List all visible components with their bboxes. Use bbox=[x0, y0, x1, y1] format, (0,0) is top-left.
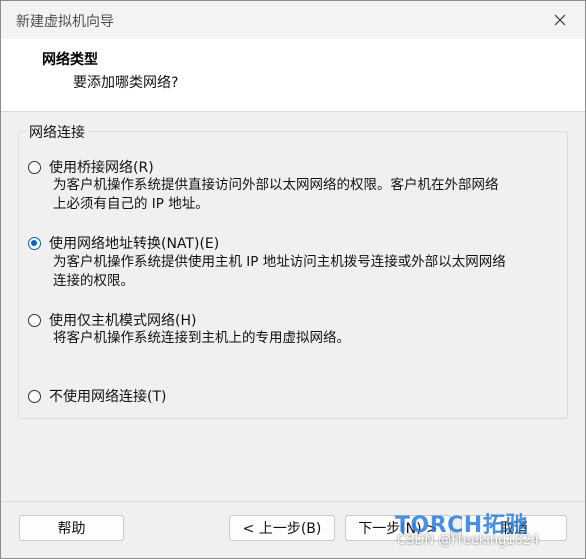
host-only-description: 将客户机操作系统连接到主机上的专用虚拟网络。 bbox=[53, 329, 558, 348]
description-line: 为客户机操作系统提供直接访问外部以太网网络的权限。客户机在外部网络 bbox=[53, 177, 499, 193]
wizard-window: 新建虚拟机向导 网络类型 要添加哪类网络? 网络连接 使用桥接网络(R) 为客户… bbox=[0, 0, 586, 559]
radio-nat[interactable]: 使用网络地址转换(NAT)(E) bbox=[28, 233, 219, 253]
next-button[interactable]: 下一步(N) > bbox=[345, 515, 451, 541]
close-icon bbox=[554, 14, 566, 26]
radio-bridged-label: 使用桥接网络(R) bbox=[49, 160, 154, 176]
close-button[interactable] bbox=[545, 5, 575, 35]
radio-button[interactable] bbox=[28, 389, 41, 403]
title-bar: 新建虚拟机向导 bbox=[1, 1, 585, 39]
page-subtitle: 要添加哪类网络? bbox=[73, 75, 179, 91]
radio-button[interactable] bbox=[28, 160, 41, 174]
nat-description: 为客户机操作系统提供使用主机 IP 地址访问主机拨号连接或外部以太网网络 连接的… bbox=[53, 253, 558, 291]
help-button[interactable]: 帮助 bbox=[19, 515, 124, 541]
back-button[interactable]: < 上一步(B) bbox=[229, 515, 335, 541]
radio-button-selected[interactable] bbox=[28, 236, 41, 250]
cancel-button[interactable]: 取消 bbox=[461, 515, 567, 541]
description-line: 为客户机操作系统提供使用主机 IP 地址访问主机拨号连接或外部以太网网络 bbox=[53, 254, 506, 270]
radio-bridged[interactable]: 使用桥接网络(R) bbox=[28, 157, 154, 177]
window-title: 新建虚拟机向导 bbox=[16, 14, 114, 30]
radio-button[interactable] bbox=[28, 313, 41, 327]
radio-host-only[interactable]: 使用仅主机模式网络(H) bbox=[28, 310, 196, 330]
footer-divider bbox=[1, 501, 585, 502]
radio-no-network-label: 不使用网络连接(T) bbox=[49, 389, 167, 405]
group-legend: 网络连接 bbox=[26, 122, 88, 142]
radio-nat-label: 使用网络地址转换(NAT)(E) bbox=[49, 236, 220, 252]
radio-host-only-label: 使用仅主机模式网络(H) bbox=[49, 313, 197, 329]
description-line: 将客户机操作系统连接到主机上的专用虚拟网络。 bbox=[53, 330, 350, 346]
radio-no-network[interactable]: 不使用网络连接(T) bbox=[28, 386, 166, 406]
bridged-description: 为客户机操作系统提供直接访问外部以太网网络的权限。客户机在外部网络 上必须有自己… bbox=[53, 176, 558, 214]
wizard-header: 网络类型 要添加哪类网络? bbox=[1, 39, 585, 112]
description-line: 连接的权限。 bbox=[53, 273, 134, 289]
page-title: 网络类型 bbox=[42, 52, 98, 68]
description-line: 上必须有自己的 IP 地址。 bbox=[53, 196, 209, 212]
